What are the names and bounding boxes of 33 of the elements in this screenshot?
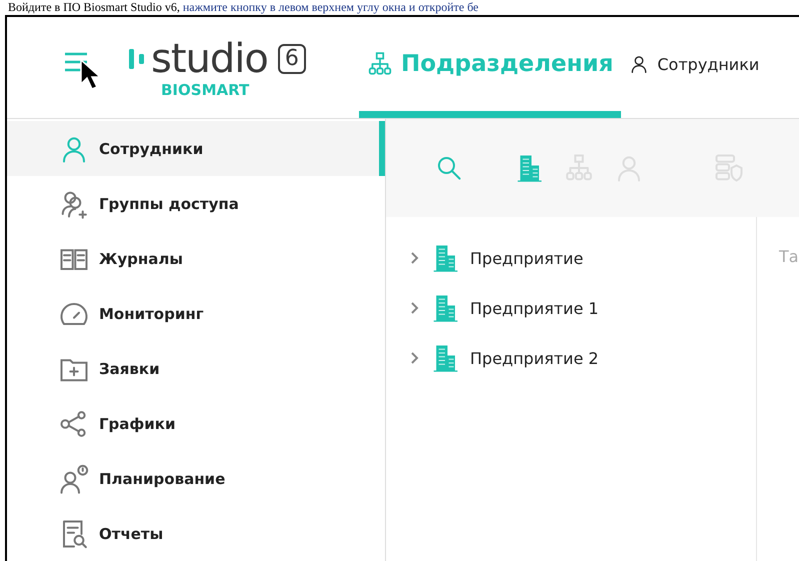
logo-mark-icon: [129, 48, 147, 70]
logo-text: studio: [151, 36, 268, 80]
sidebar-label: Сотрудники: [99, 140, 204, 158]
tree-item-label[interactable]: Предприятие: [470, 248, 584, 268]
person-clock-icon: [59, 464, 89, 494]
sidebar-item[interactable]: Сотрудники: [7, 121, 385, 176]
sidebar-label: Заявки: [99, 360, 160, 378]
tree-item-label[interactable]: Предприятие 1: [470, 298, 599, 318]
tree-item-label[interactable]: Предприятие 2: [470, 348, 599, 368]
sidebar-label: Планирование: [99, 470, 226, 488]
sidebar-item[interactable]: Отчеты: [7, 506, 385, 561]
chevron-right-icon[interactable]: [410, 251, 420, 265]
sidebar-item[interactable]: Заявки: [7, 341, 385, 396]
person-icon: [629, 54, 650, 74]
hierarchy-icon: [367, 51, 393, 77]
version-badge: 6: [278, 44, 306, 74]
brand-text: BIOSMART: [161, 80, 250, 98]
sidebar-item[interactable]: Журналы: [7, 231, 385, 286]
sidebar-item[interactable]: Планирование: [7, 451, 385, 506]
sidebar-item[interactable]: Группы доступа: [7, 176, 385, 231]
chevron-right-icon[interactable]: [410, 351, 420, 365]
sidebar-label: Графики: [99, 414, 176, 432]
sidebar-label: Мониторинг: [99, 304, 204, 322]
sidebar-label: Журналы: [99, 250, 183, 268]
sidebar-label: Отчеты: [99, 524, 164, 542]
sidebar-item[interactable]: Мониторинг: [7, 286, 385, 341]
chevron-right-icon[interactable]: [410, 301, 420, 315]
document-text: Войдите в ПО Biosmart Studio v6,: [8, 0, 181, 15]
nav-tab[interactable]: Сотрудники: [621, 17, 768, 118]
sidebar-label: Группы доступа: [99, 194, 239, 212]
column-header: Та: [779, 247, 799, 268]
sidebar-item[interactable]: Графики: [7, 396, 385, 451]
document-text: нажмите кнопку в левом верхнем углу окна и откройте бе: [182, 0, 479, 15]
